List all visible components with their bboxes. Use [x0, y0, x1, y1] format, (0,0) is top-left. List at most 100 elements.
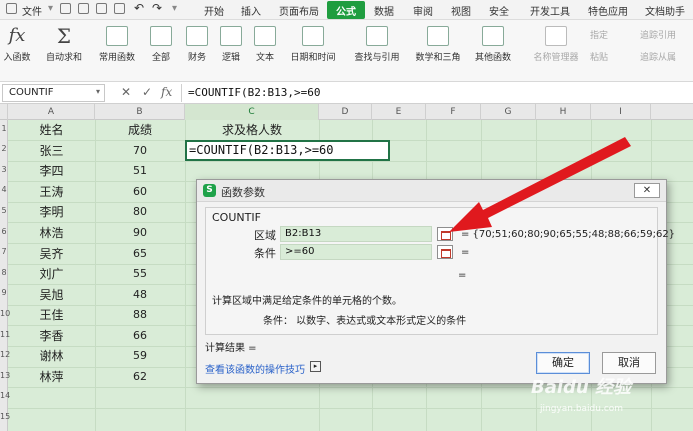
output-icon[interactable] — [78, 3, 89, 14]
row-header[interactable]: 9 — [0, 288, 8, 297]
insert-function-button[interactable]: fx 入函数 — [0, 26, 34, 64]
row-header[interactable]: 11 — [0, 330, 10, 339]
tab-formula[interactable]: 公式 — [336, 3, 356, 18]
chevron-down-icon[interactable]: ▾ — [48, 3, 53, 14]
column-header-a[interactable]: A — [8, 104, 95, 120]
table-row-score[interactable]: 70 — [95, 141, 185, 161]
confirm-icon[interactable]: ✓ — [142, 85, 152, 99]
save-icon[interactable] — [60, 3, 71, 14]
name-manager-button[interactable]: 名称管理器 — [530, 26, 582, 63]
name-box[interactable]: COUNTIF ▾ — [2, 84, 105, 102]
specify-button[interactable]: 指定 — [590, 28, 608, 41]
row-header[interactable]: 7 — [0, 247, 8, 256]
row-header[interactable]: 10 — [0, 309, 10, 318]
tab-data[interactable]: 数据 — [374, 3, 394, 18]
table-row-score[interactable]: 80 — [95, 202, 185, 222]
row-header[interactable]: 6 — [0, 227, 8, 236]
logic-button[interactable]: 逻辑 — [216, 26, 246, 63]
table-row-name[interactable]: 吴旭 — [8, 285, 95, 305]
row-header[interactable]: 12 — [0, 350, 10, 359]
active-cell[interactable]: =COUNTIF(B2:B13,>=60 — [185, 140, 390, 161]
tab-insert[interactable]: 插入 — [241, 3, 261, 18]
criteria-input[interactable]: >=60 — [280, 244, 432, 260]
lookup-button[interactable]: 查找与引用 — [348, 26, 406, 63]
tab-doc-assistant[interactable]: 文档助手 — [645, 3, 685, 18]
cell-header-score[interactable]: 成绩 — [95, 120, 185, 140]
quick-access-more-icon[interactable]: ▾ — [172, 3, 177, 14]
table-row-score[interactable]: 90 — [95, 223, 185, 243]
ok-button[interactable]: 确定 — [536, 352, 590, 374]
table-row-score[interactable]: 59 — [95, 346, 185, 366]
fx-icon[interactable]: fx — [161, 85, 172, 99]
other-functions-button[interactable]: 其他函数 — [470, 26, 516, 63]
finance-button[interactable]: 财务 — [182, 26, 212, 63]
app-menu-icon[interactable] — [6, 3, 17, 14]
column-header-g[interactable]: G — [481, 104, 536, 120]
text-button[interactable]: 文本 — [250, 26, 280, 63]
tab-featured-apps[interactable]: 特色应用 — [588, 3, 628, 18]
table-row-name[interactable]: 林萍 — [8, 367, 95, 387]
table-row-name[interactable]: 李明 — [8, 202, 95, 222]
cancel-icon[interactable]: ✕ — [121, 85, 131, 99]
row-header[interactable]: 1 — [0, 124, 8, 133]
row-header[interactable]: 8 — [0, 268, 8, 277]
dialog-titlebar[interactable]: S 函数参数 ✕ — [197, 180, 666, 202]
trace-dependents-button[interactable]: 追踪从属 — [640, 50, 676, 63]
print-icon[interactable] — [96, 3, 107, 14]
chevron-down-icon[interactable]: ▾ — [96, 87, 100, 96]
table-row-score[interactable]: 66 — [95, 326, 185, 346]
table-row-name[interactable]: 李四 — [8, 161, 95, 181]
autosum-button[interactable]: Σ 自动求和 — [44, 26, 84, 63]
criteria-picker-icon[interactable] — [437, 245, 453, 259]
datetime-button[interactable]: 日期和时间 — [285, 26, 341, 63]
table-row-name[interactable]: 张三 — [8, 141, 95, 161]
video-tip-icon[interactable]: ▸ — [310, 361, 321, 372]
row-header[interactable]: 4 — [0, 185, 8, 194]
row-header[interactable]: 14 — [0, 391, 10, 400]
all-functions-button[interactable]: 全部 — [146, 26, 176, 63]
formula-input[interactable]: =COUNTIF(B2:B13,>=60 — [181, 84, 691, 102]
table-row-score[interactable]: 55 — [95, 264, 185, 284]
table-row-score[interactable]: 65 — [95, 244, 185, 264]
table-row-score[interactable]: 62 — [95, 367, 185, 387]
range-picker-icon[interactable] — [437, 227, 453, 241]
column-header-d[interactable]: D — [319, 104, 372, 120]
undo-icon[interactable]: ↶ — [134, 1, 144, 15]
column-header-i[interactable]: I — [591, 104, 651, 120]
table-row-name[interactable]: 吴齐 — [8, 244, 95, 264]
table-row-name[interactable]: 谢林 — [8, 346, 95, 366]
column-header-b[interactable]: B — [95, 104, 185, 120]
paste-name-button[interactable]: 粘贴 — [590, 50, 608, 63]
table-row-name[interactable]: 王涛 — [8, 182, 95, 202]
tab-security[interactable]: 安全 — [489, 3, 509, 18]
row-header[interactable]: 15 — [0, 412, 10, 421]
tab-home[interactable]: 开始 — [204, 3, 224, 18]
table-row-score[interactable]: 51 — [95, 161, 185, 181]
tab-page-layout[interactable]: 页面布局 — [279, 3, 319, 18]
close-button[interactable]: ✕ — [634, 183, 660, 198]
select-all-corner[interactable] — [0, 104, 8, 120]
cell-header-task[interactable]: 求及格人数 — [185, 120, 319, 140]
help-link[interactable]: 查看该函数的操作技巧 — [205, 361, 305, 376]
table-row-name[interactable]: 林浩 — [8, 223, 95, 243]
cell-header-name[interactable]: 姓名 — [8, 120, 95, 140]
cancel-button[interactable]: 取消 — [602, 352, 656, 374]
column-header-f[interactable]: F — [426, 104, 481, 120]
column-header-h[interactable]: H — [536, 104, 591, 120]
column-header-c[interactable]: C — [185, 104, 319, 120]
row-header[interactable]: 5 — [0, 206, 8, 215]
tab-view[interactable]: 视图 — [451, 3, 471, 18]
table-row-name[interactable]: 李香 — [8, 326, 95, 346]
table-row-name[interactable]: 刘广 — [8, 264, 95, 284]
tab-developer[interactable]: 开发工具 — [530, 3, 570, 18]
table-row-score[interactable]: 88 — [95, 305, 185, 325]
math-button[interactable]: 数学和三角 — [410, 26, 466, 63]
redo-icon[interactable]: ↷ — [152, 1, 162, 15]
range-input[interactable]: B2:B13 — [280, 226, 432, 242]
row-header[interactable]: 13 — [0, 371, 10, 380]
column-header-e[interactable]: E — [372, 104, 426, 120]
menu-file[interactable]: 文件 — [22, 3, 42, 18]
table-row-score[interactable]: 60 — [95, 182, 185, 202]
print-preview-icon[interactable] — [114, 3, 125, 14]
trace-precedents-button[interactable]: 追踪引用 — [640, 28, 676, 41]
